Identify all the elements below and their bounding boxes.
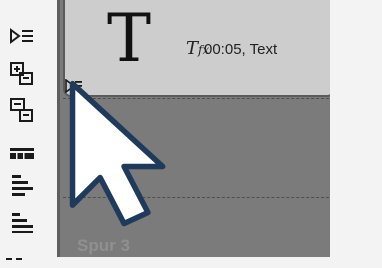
track-add-below-icon <box>10 98 33 122</box>
text-clip-thumbnail: T <box>107 0 152 77</box>
align-left-button[interactable] <box>6 173 38 201</box>
overflow-icon <box>6 258 22 260</box>
track-label: Spur 3 <box>77 236 130 255</box>
align-lines-icon <box>12 213 33 233</box>
right-panel-edge <box>330 0 382 257</box>
toolbar-overflow <box>4 250 40 260</box>
align-left-icon <box>12 175 33 196</box>
mouse-cursor-icon <box>69 80 166 227</box>
indent-track-button[interactable] <box>6 22 38 50</box>
tracks-view-button[interactable] <box>6 140 38 168</box>
add-track-above-button[interactable] <box>6 60 38 88</box>
indent-icon <box>10 28 33 44</box>
align-lines-button[interactable] <box>6 210 38 238</box>
add-track-below-button[interactable] <box>6 96 38 124</box>
clip-duration-label: 00:05, Text <box>204 41 278 58</box>
timeline-toolbar <box>0 0 46 260</box>
track-add-icon <box>10 62 33 85</box>
tracks-icon <box>10 148 34 159</box>
